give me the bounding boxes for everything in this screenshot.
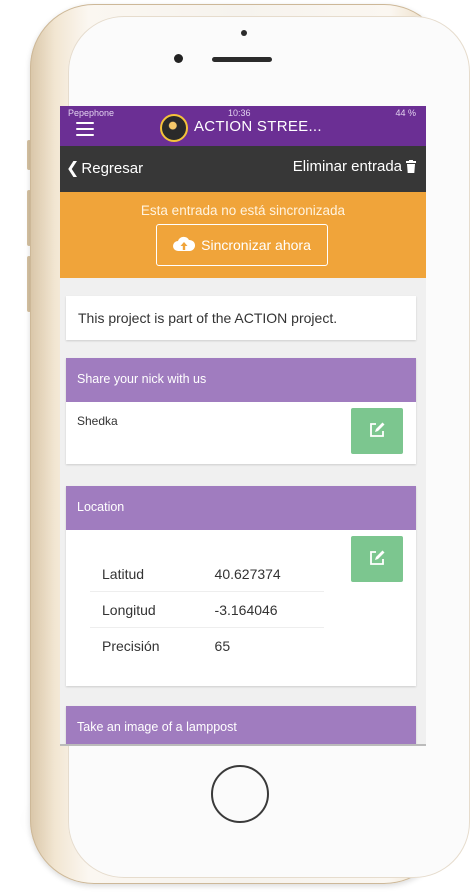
- nick-card: Share your nick with us Shedka: [66, 358, 416, 464]
- phone-screen: Pepephone 10:36 44 % ACTION STREE... ❮ Re…: [60, 106, 426, 746]
- edit-icon: [368, 421, 386, 442]
- edit-nick-button[interactable]: [351, 408, 403, 454]
- project-info-card: This project is part of the ACTION proje…: [66, 296, 416, 340]
- front-camera: [174, 54, 183, 63]
- table-row: Longitud -3.164046: [90, 591, 324, 628]
- app-logo: [160, 114, 188, 142]
- status-time: 10:36: [228, 108, 251, 118]
- cloud-upload-icon: [173, 236, 196, 255]
- delete-entry-button[interactable]: Eliminar entrada: [293, 158, 416, 177]
- sync-message: Esta entrada no está sincronizada: [140, 203, 346, 218]
- app-header: Pepephone 10:36 44 % ACTION STREE...: [60, 106, 426, 146]
- image-card-header: Take an image of a lamppost: [66, 706, 416, 746]
- earpiece-speaker: [212, 57, 272, 62]
- screen-bottom-edge: [60, 744, 426, 746]
- longitude-value: -3.164046: [194, 591, 324, 628]
- sync-now-button[interactable]: Sincronizar ahora: [156, 224, 328, 266]
- status-carrier: Pepephone: [68, 108, 115, 118]
- table-row: Precisión 65: [90, 628, 324, 664]
- menu-icon[interactable]: [76, 122, 94, 136]
- image-card: Take an image of a lamppost: [66, 706, 416, 746]
- precision-label: Precisión: [102, 637, 160, 654]
- nick-card-header: Share your nick with us: [66, 358, 416, 402]
- nick-value: Shedka: [77, 414, 118, 428]
- back-label: Regresar: [81, 160, 144, 177]
- trash-icon: [406, 160, 416, 177]
- latitude-label: Latitud: [90, 556, 195, 592]
- back-chevron-icon: ❮: [66, 160, 80, 177]
- table-row: Latitud 40.627374: [90, 556, 324, 592]
- back-button[interactable]: ❮ Regresar: [66, 158, 143, 178]
- project-info-text: This project is part of the ACTION proje…: [78, 310, 338, 326]
- front-sensor: [241, 30, 247, 36]
- sync-button-label: Sincronizar ahora: [201, 237, 311, 253]
- delete-label: Eliminar entrada: [292, 158, 402, 175]
- nav-bar: ❮ Regresar Eliminar entrada: [60, 146, 426, 192]
- status-battery: 44 %: [395, 108, 416, 118]
- home-button[interactable]: [211, 765, 269, 823]
- location-card: Location Latitud 40.627374 Longitud -3.1…: [66, 486, 416, 686]
- sync-banner: Esta entrada no está sincronizada Sincro…: [60, 192, 426, 278]
- longitude-label: Longitud: [90, 591, 195, 628]
- latitude-value: 40.627374: [194, 556, 324, 592]
- edit-location-button[interactable]: [351, 536, 403, 582]
- precision-value: 65: [214, 637, 231, 654]
- location-table: Latitud 40.627374 Longitud -3.164046 Pre…: [90, 556, 324, 663]
- app-title: ACTION STREE...: [194, 118, 322, 135]
- location-card-header: Location: [66, 486, 416, 530]
- edit-icon: [368, 549, 386, 570]
